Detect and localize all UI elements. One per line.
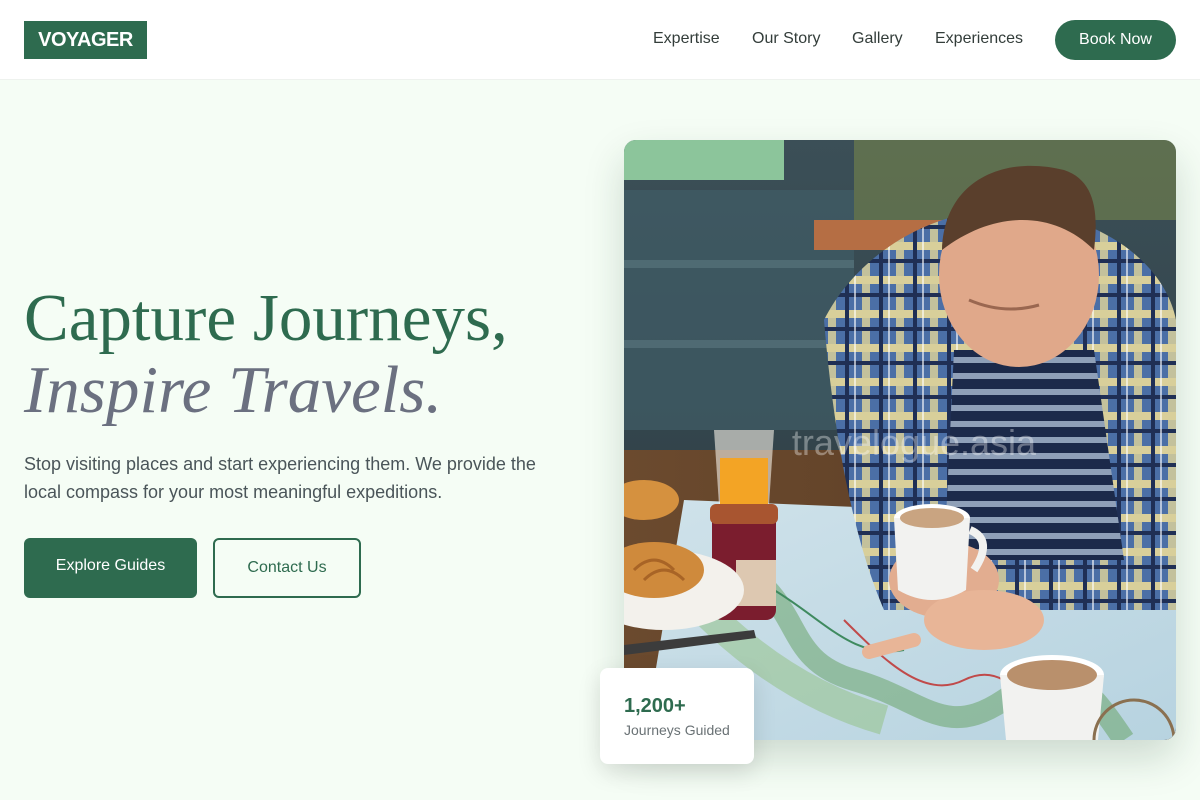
hero-title-line1: Capture Journeys, [24, 281, 508, 355]
hero-description: Stop visiting places and start experienc… [24, 454, 536, 502]
contact-us-button[interactable]: Contact Us [213, 538, 361, 598]
photo-watermark: travelogue.asia [792, 422, 1037, 463]
site-header: VOYAGER Expertise Our Story Gallery Expe… [0, 0, 1200, 80]
stat-card: 1,200+ Journeys Guided [600, 668, 754, 764]
stat-label: Journeys Guided [624, 722, 730, 738]
nav-link-gallery[interactable]: Gallery [852, 29, 903, 49]
nav-link-expertise[interactable]: Expertise [653, 29, 720, 49]
stat-value: 1,200+ [624, 695, 686, 717]
book-now-button[interactable]: Book Now [1055, 20, 1176, 60]
logo[interactable]: VOYAGER [24, 21, 147, 59]
explore-guides-button[interactable]: Explore Guides [24, 538, 197, 598]
hero-photo: travelogue.asia [624, 140, 1176, 740]
nav-link-our-story[interactable]: Our Story [752, 29, 820, 49]
nav-link-experiences[interactable]: Experiences [935, 29, 1023, 49]
hero-title-line2: Inspire Travels. [24, 353, 443, 427]
